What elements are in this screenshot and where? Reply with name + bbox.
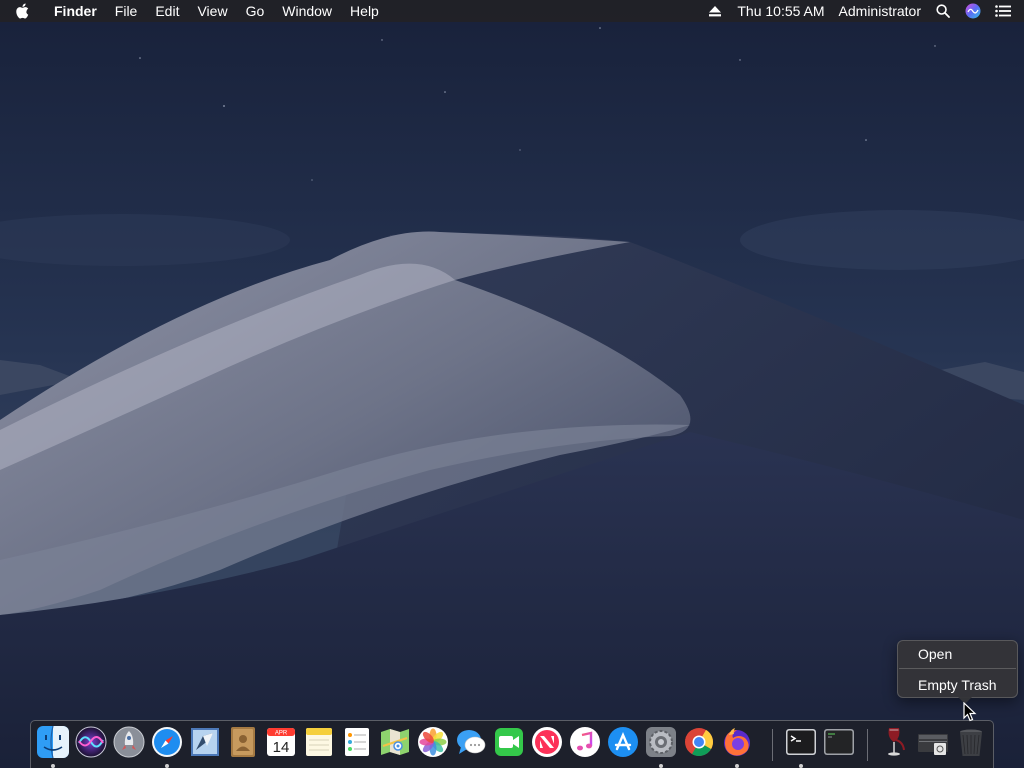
finder-icon <box>37 726 69 758</box>
messages-icon <box>457 730 486 754</box>
menu-help[interactable]: Help <box>341 0 388 22</box>
menu-item-empty-trash[interactable]: Empty Trash <box>898 674 1017 696</box>
dock-item-siri[interactable] <box>73 724 109 764</box>
app-store-icon <box>608 727 638 757</box>
dock-item-maps[interactable] <box>377 724 413 764</box>
itunes-icon <box>570 727 600 757</box>
dock-item-finder[interactable] <box>35 724 71 768</box>
wine-icon <box>888 728 905 756</box>
notification-center-icon[interactable] <box>988 0 1018 22</box>
photos-icon <box>418 727 448 757</box>
dock-item-safari[interactable] <box>149 724 185 768</box>
mouse-cursor <box>963 702 977 722</box>
menu-file[interactable]: File <box>106 0 147 22</box>
console-icon <box>824 729 854 755</box>
reminders-icon <box>345 728 369 756</box>
dock-item-chrome[interactable] <box>681 724 717 764</box>
dock-item-reminders[interactable] <box>339 724 375 764</box>
dock-item-notes[interactable] <box>301 724 337 764</box>
calendar-day: 14 <box>273 739 290 756</box>
running-indicator <box>165 764 169 768</box>
running-indicator <box>735 764 739 768</box>
dock-item-launchpad[interactable] <box>111 724 147 764</box>
dock-item-system-preferences[interactable] <box>643 724 679 768</box>
calendar-month: APR <box>275 731 288 737</box>
downloads-stack-icon <box>918 734 948 755</box>
dock-item-downloads[interactable] <box>915 724 951 764</box>
mail-icon <box>191 728 219 756</box>
menu-separator <box>899 668 1016 669</box>
dock-item-photos[interactable] <box>415 724 451 764</box>
chrome-icon <box>685 728 713 756</box>
running-indicator <box>799 764 803 768</box>
menu-clock[interactable]: Thu 10:55 AM <box>730 0 831 22</box>
running-indicator <box>659 764 663 768</box>
menu-user[interactable]: Administrator <box>832 0 928 22</box>
apple-icon[interactable] <box>0 0 44 22</box>
dock-separator <box>772 729 773 761</box>
calendar-icon: APR 14 <box>267 728 295 756</box>
maps-icon <box>381 729 409 755</box>
dock-item-wine[interactable] <box>877 724 913 764</box>
news-icon <box>532 727 562 757</box>
menu-go[interactable]: Go <box>237 0 274 22</box>
spotlight-search-icon[interactable] <box>928 0 958 22</box>
menu-bar: Finder File Edit View Go Window Help Thu… <box>0 0 1024 22</box>
running-indicator <box>51 764 55 768</box>
dock: APR 14 <box>30 720 994 768</box>
trash-context-menu: Open Empty Trash <box>897 640 1018 704</box>
eject-icon[interactable] <box>700 0 730 22</box>
terminal-icon <box>786 729 816 755</box>
desktop-wallpaper <box>0 0 1024 768</box>
firefox-icon <box>724 728 750 756</box>
dock-item-facetime[interactable] <box>491 724 527 764</box>
dock-item-trash[interactable] <box>953 724 989 764</box>
desktop[interactable]: Finder File Edit View Go Window Help Thu… <box>0 0 1024 768</box>
dock-item-console[interactable] <box>821 724 857 764</box>
launchpad-icon <box>113 726 145 758</box>
safari-icon <box>152 727 182 757</box>
menu-item-open[interactable]: Open <box>898 643 1017 665</box>
dock-item-firefox[interactable] <box>719 724 755 768</box>
menu-view[interactable]: View <box>188 0 236 22</box>
dock-item-itunes[interactable] <box>567 724 603 764</box>
dock-separator <box>867 729 868 761</box>
notes-icon <box>306 728 332 756</box>
menu-app-name[interactable]: Finder <box>44 0 106 22</box>
trash-icon <box>960 729 982 756</box>
facetime-icon <box>495 728 523 756</box>
siri-icon <box>75 726 107 758</box>
siri-icon[interactable] <box>958 0 988 22</box>
menu-window[interactable]: Window <box>273 0 341 22</box>
contacts-icon <box>231 727 255 757</box>
dock-item-calendar[interactable]: APR 14 <box>263 724 299 764</box>
system-preferences-icon <box>646 727 676 757</box>
dock-item-contacts[interactable] <box>225 724 261 764</box>
dock-item-terminal[interactable] <box>783 724 819 768</box>
dock-item-mail[interactable] <box>187 724 223 764</box>
dock-item-messages[interactable] <box>453 724 489 764</box>
dock-item-news[interactable] <box>529 724 565 764</box>
menu-edit[interactable]: Edit <box>146 0 188 22</box>
dock-item-app-store[interactable] <box>605 724 641 764</box>
